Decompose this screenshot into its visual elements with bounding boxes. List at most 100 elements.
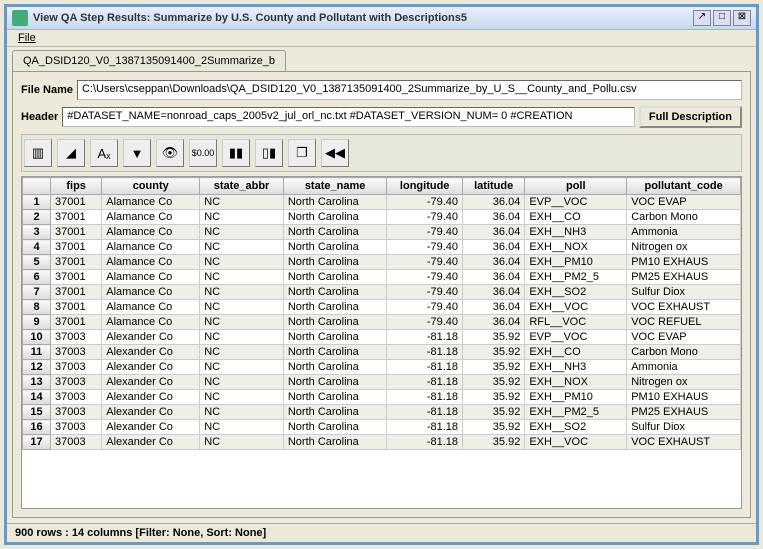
cell-latitude[interactable]: 36.04 bbox=[463, 315, 525, 330]
cell-fips[interactable]: 37001 bbox=[51, 225, 102, 240]
cell-pollutant_code[interactable]: Sulfur Diox bbox=[627, 420, 741, 435]
cell-fips[interactable]: 37001 bbox=[51, 285, 102, 300]
cell-county[interactable]: Alexander Co bbox=[102, 390, 200, 405]
table-row[interactable]: 337001Alamance CoNCNorth Carolina-79.403… bbox=[23, 225, 741, 240]
cell-longitude[interactable]: -81.18 bbox=[387, 420, 463, 435]
cell-pollutant_code[interactable]: Carbon Mono bbox=[627, 210, 741, 225]
table-row[interactable]: 1537003Alexander CoNCNorth Carolina-81.1… bbox=[23, 405, 741, 420]
cell-poll[interactable]: EXH__PM10 bbox=[525, 255, 627, 270]
cell-longitude[interactable]: -81.18 bbox=[387, 405, 463, 420]
cell-fips[interactable]: 37001 bbox=[51, 210, 102, 225]
cell-state_name[interactable]: North Carolina bbox=[283, 270, 386, 285]
row-number[interactable]: 17 bbox=[23, 435, 51, 450]
table-row[interactable]: 137001Alamance CoNCNorth Carolina-79.403… bbox=[23, 195, 741, 210]
cell-county[interactable]: Alamance Co bbox=[102, 240, 200, 255]
row-number[interactable]: 13 bbox=[23, 375, 51, 390]
table-row[interactable]: 437001Alamance CoNCNorth Carolina-79.403… bbox=[23, 240, 741, 255]
cell-state_name[interactable]: North Carolina bbox=[283, 285, 386, 300]
cell-state_name[interactable]: North Carolina bbox=[283, 360, 386, 375]
row-number[interactable]: 8 bbox=[23, 300, 51, 315]
cell-longitude[interactable]: -79.40 bbox=[387, 285, 463, 300]
cell-state_name[interactable]: North Carolina bbox=[283, 255, 386, 270]
cell-pollutant_code[interactable]: Carbon Mono bbox=[627, 345, 741, 360]
cell-fips[interactable]: 37001 bbox=[51, 270, 102, 285]
format-icon[interactable]: Aₓ bbox=[90, 139, 118, 167]
cell-pollutant_code[interactable]: Nitrogen ox bbox=[627, 375, 741, 390]
table-row[interactable]: 237001Alamance CoNCNorth Carolina-79.403… bbox=[23, 210, 741, 225]
cell-fips[interactable]: 37001 bbox=[51, 300, 102, 315]
titlebar[interactable]: View QA Step Results: Summarize by U.S. … bbox=[7, 7, 756, 30]
cell-state_name[interactable]: North Carolina bbox=[283, 405, 386, 420]
row-number[interactable]: 5 bbox=[23, 255, 51, 270]
col-pollutant_code[interactable]: pollutant_code bbox=[627, 178, 741, 195]
cell-poll[interactable]: EXH__SO2 bbox=[525, 420, 627, 435]
maximize-icon[interactable]: □ bbox=[713, 10, 731, 26]
view-icon[interactable]: 👁 bbox=[156, 139, 184, 167]
cell-state_name[interactable]: North Carolina bbox=[283, 390, 386, 405]
cell-latitude[interactable]: 35.92 bbox=[463, 375, 525, 390]
row-number[interactable]: 12 bbox=[23, 360, 51, 375]
cell-fips[interactable]: 37003 bbox=[51, 345, 102, 360]
cell-state_name[interactable]: North Carolina bbox=[283, 240, 386, 255]
cell-county[interactable]: Alamance Co bbox=[102, 300, 200, 315]
cell-pollutant_code[interactable]: PM25 EXHAUS bbox=[627, 405, 741, 420]
cell-latitude[interactable]: 35.92 bbox=[463, 435, 525, 450]
cell-state_abbr[interactable]: NC bbox=[200, 255, 284, 270]
cell-longitude[interactable]: -81.18 bbox=[387, 435, 463, 450]
row-number[interactable]: 9 bbox=[23, 315, 51, 330]
menu-file[interactable]: File bbox=[12, 30, 42, 46]
cell-pollutant_code[interactable]: Ammonia bbox=[627, 360, 741, 375]
table-row[interactable]: 1437003Alexander CoNCNorth Carolina-81.1… bbox=[23, 390, 741, 405]
cell-state_abbr[interactable]: NC bbox=[200, 360, 284, 375]
cell-poll[interactable]: EVP__VOC bbox=[525, 195, 627, 210]
cell-longitude[interactable]: -81.18 bbox=[387, 330, 463, 345]
row-number[interactable]: 4 bbox=[23, 240, 51, 255]
cell-longitude[interactable]: -79.40 bbox=[387, 240, 463, 255]
table-row[interactable]: 1237003Alexander CoNCNorth Carolina-81.1… bbox=[23, 360, 741, 375]
cell-fips[interactable]: 37001 bbox=[51, 240, 102, 255]
cell-state_name[interactable]: North Carolina bbox=[283, 345, 386, 360]
chart-bar-icon[interactable]: ▮▮ bbox=[222, 139, 250, 167]
cell-poll[interactable]: EXH__PM2_5 bbox=[525, 270, 627, 285]
col-state_name[interactable]: state_name bbox=[283, 178, 386, 195]
cell-state_name[interactable]: North Carolina bbox=[283, 300, 386, 315]
cell-poll[interactable]: EXH__CO bbox=[525, 345, 627, 360]
table-row[interactable]: 637001Alamance CoNCNorth Carolina-79.403… bbox=[23, 270, 741, 285]
cell-pollutant_code[interactable]: VOC EXHAUST bbox=[627, 435, 741, 450]
row-number[interactable]: 2 bbox=[23, 210, 51, 225]
cell-county[interactable]: Alexander Co bbox=[102, 330, 200, 345]
cell-pollutant_code[interactable]: PM25 EXHAUS bbox=[627, 270, 741, 285]
row-number[interactable]: 6 bbox=[23, 270, 51, 285]
cell-latitude[interactable]: 36.04 bbox=[463, 270, 525, 285]
cell-county[interactable]: Alexander Co bbox=[102, 405, 200, 420]
cell-state_name[interactable]: North Carolina bbox=[283, 420, 386, 435]
table-row[interactable]: 837001Alamance CoNCNorth Carolina-79.403… bbox=[23, 300, 741, 315]
cell-county[interactable]: Alamance Co bbox=[102, 270, 200, 285]
cell-longitude[interactable]: -79.40 bbox=[387, 195, 463, 210]
cell-county[interactable]: Alamance Co bbox=[102, 225, 200, 240]
col-longitude[interactable]: longitude bbox=[387, 178, 463, 195]
cell-state_name[interactable]: North Carolina bbox=[283, 225, 386, 240]
cell-state_abbr[interactable]: NC bbox=[200, 285, 284, 300]
cell-state_abbr[interactable]: NC bbox=[200, 375, 284, 390]
copy-icon[interactable]: ❐ bbox=[288, 139, 316, 167]
col-latitude[interactable]: latitude bbox=[463, 178, 525, 195]
row-number[interactable]: 16 bbox=[23, 420, 51, 435]
close-icon[interactable]: ⊠ bbox=[733, 10, 751, 26]
cell-county[interactable]: Alexander Co bbox=[102, 360, 200, 375]
col-fips[interactable]: fips bbox=[51, 178, 102, 195]
cell-county[interactable]: Alamance Co bbox=[102, 315, 200, 330]
cell-state_abbr[interactable]: NC bbox=[200, 420, 284, 435]
cell-latitude[interactable]: 36.04 bbox=[463, 285, 525, 300]
cell-pollutant_code[interactable]: PM10 EXHAUS bbox=[627, 390, 741, 405]
cell-longitude[interactable]: -79.40 bbox=[387, 210, 463, 225]
cell-latitude[interactable]: 36.04 bbox=[463, 195, 525, 210]
cell-longitude[interactable]: -79.40 bbox=[387, 270, 463, 285]
cell-fips[interactable]: 37003 bbox=[51, 375, 102, 390]
cell-latitude[interactable]: 35.92 bbox=[463, 390, 525, 405]
cell-latitude[interactable]: 36.04 bbox=[463, 225, 525, 240]
row-number[interactable]: 15 bbox=[23, 405, 51, 420]
cell-county[interactable]: Alexander Co bbox=[102, 420, 200, 435]
cell-pollutant_code[interactable]: Sulfur Diox bbox=[627, 285, 741, 300]
cell-county[interactable]: Alexander Co bbox=[102, 345, 200, 360]
